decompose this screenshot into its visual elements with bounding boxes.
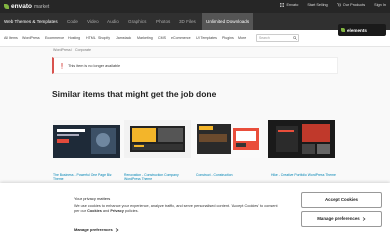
envato-logo[interactable]: envato market [4, 2, 49, 11]
subnav-jamstack[interactable]: Jamstack [116, 30, 131, 47]
subnav-all-items[interactable]: All Items [4, 30, 18, 47]
subnav-marketing[interactable]: Marketing [137, 30, 153, 47]
alert-icon [61, 63, 63, 69]
category-web-themes[interactable]: Web Themes & Templates [4, 13, 58, 30]
item-thumbnail[interactable] [195, 120, 262, 158]
grid-icon [280, 3, 285, 7]
thumbnail-image [124, 120, 191, 158]
search-input[interactable]: Search [256, 34, 299, 42]
unavailable-notice: This item is no longer available [52, 57, 338, 74]
accept-cookies-button[interactable]: Accept Cookies [301, 192, 382, 208]
subnav-html[interactable]: HTML [86, 30, 96, 47]
category-unlimited-downloads[interactable]: Unlimited Downloads [202, 13, 254, 30]
top-link-label: Sign In [374, 3, 386, 7]
breadcrumb-wordpress[interactable]: WordPress [53, 48, 71, 52]
item-title[interactable]: Renovation - Construction Company WordPr… [124, 173, 193, 182]
top-link-envato[interactable]: Envato [280, 3, 298, 7]
top-link-label: Envato [286, 3, 299, 7]
cart-icon [336, 3, 341, 7]
chevron-right-icon [115, 227, 119, 232]
manage-preferences-label: Manage preferences [74, 227, 113, 232]
item-title[interactable]: Hike - Creative Portfolio WordPress Them… [271, 173, 340, 177]
top-link-our-products[interactable]: Our Products [336, 3, 366, 7]
breadcrumb-corporate[interactable]: Corporate [75, 48, 91, 52]
subnav-ui-templates[interactable]: UI Templates [196, 30, 217, 47]
item-thumbnail[interactable] [124, 120, 191, 158]
subnav-plugins[interactable]: Plugins [222, 30, 234, 47]
badge-label: elements [347, 27, 367, 33]
item-title[interactable]: Construct - Construction [196, 173, 265, 177]
manage-preferences-link[interactable]: Manage preferences [74, 227, 119, 232]
elements-badge[interactable]: elements [338, 24, 386, 36]
cookies-policy-link[interactable]: Cookies [87, 209, 102, 213]
top-link-sign-in[interactable]: Sign In [374, 3, 386, 7]
manage-preferences-button[interactable]: Manage preferences [301, 211, 382, 227]
item-thumbnail[interactable] [268, 120, 335, 158]
subnav-shopify[interactable]: Shopify [98, 30, 110, 47]
top-links: Envato Start Selling Our Products Sign I… [280, 3, 386, 7]
logo-sub: market [33, 3, 50, 10]
cookie-banner: Your privacy matters We use cookies to e… [0, 183, 390, 240]
leaf-icon [341, 28, 345, 32]
notice-text: This item is no longer available [68, 64, 121, 68]
top-link-start-selling[interactable]: Start Selling [307, 3, 327, 7]
top-link-label: Start Selling [307, 3, 328, 7]
category-video[interactable]: Video [87, 13, 99, 30]
manage-preferences-button-label: Manage preferences [317, 216, 360, 221]
cookie-text: We use cookies to enhance your experienc… [74, 204, 284, 214]
sub-navigation: All Items WordPress Ecommerce Hosting HT… [0, 30, 390, 47]
category-code[interactable]: Code [67, 13, 78, 30]
category-graphics[interactable]: Graphics [128, 13, 146, 30]
category-photos[interactable]: Photos [156, 13, 170, 30]
thumbnail-image [195, 120, 262, 158]
category-bar: Web Themes & Templates Code Video Audio … [0, 13, 390, 30]
similar-items-heading: Similar items that might get the job don… [52, 89, 217, 99]
subnav-more[interactable]: More [238, 30, 246, 47]
subnav-ecommerce-2[interactable]: eCommerce [171, 30, 191, 47]
top-bar: envato market Envato Start Selling Our P… [0, 0, 390, 13]
subnav-hosting[interactable]: Hosting [68, 30, 80, 47]
cookie-text-end: policies. [123, 209, 139, 213]
breadcrumb-separator: / [71, 48, 72, 52]
search-placeholder: Search [259, 36, 270, 40]
item-title[interactable]: The Business - Powerful One Page Biz The… [53, 173, 122, 182]
category-audio[interactable]: Audio [107, 13, 119, 30]
subnav-ecommerce[interactable]: Ecommerce [45, 30, 64, 47]
subnav-wordpress[interactable]: WordPress [22, 30, 40, 47]
cookie-heading: Your privacy matters [74, 196, 111, 201]
thumbnail-image [268, 120, 335, 158]
search-icon[interactable] [293, 36, 297, 40]
chevron-right-icon [362, 217, 366, 221]
thumbnail-image [53, 120, 120, 158]
item-thumbnail[interactable] [53, 120, 120, 158]
category-3d-files[interactable]: 3D Files [179, 13, 196, 30]
top-link-label: Our Products [342, 3, 366, 7]
logo-text: envato [11, 3, 32, 10]
privacy-policy-link[interactable]: Privacy [110, 209, 124, 213]
leaf-icon [4, 4, 9, 9]
subnav-cms[interactable]: CMS [158, 30, 166, 47]
